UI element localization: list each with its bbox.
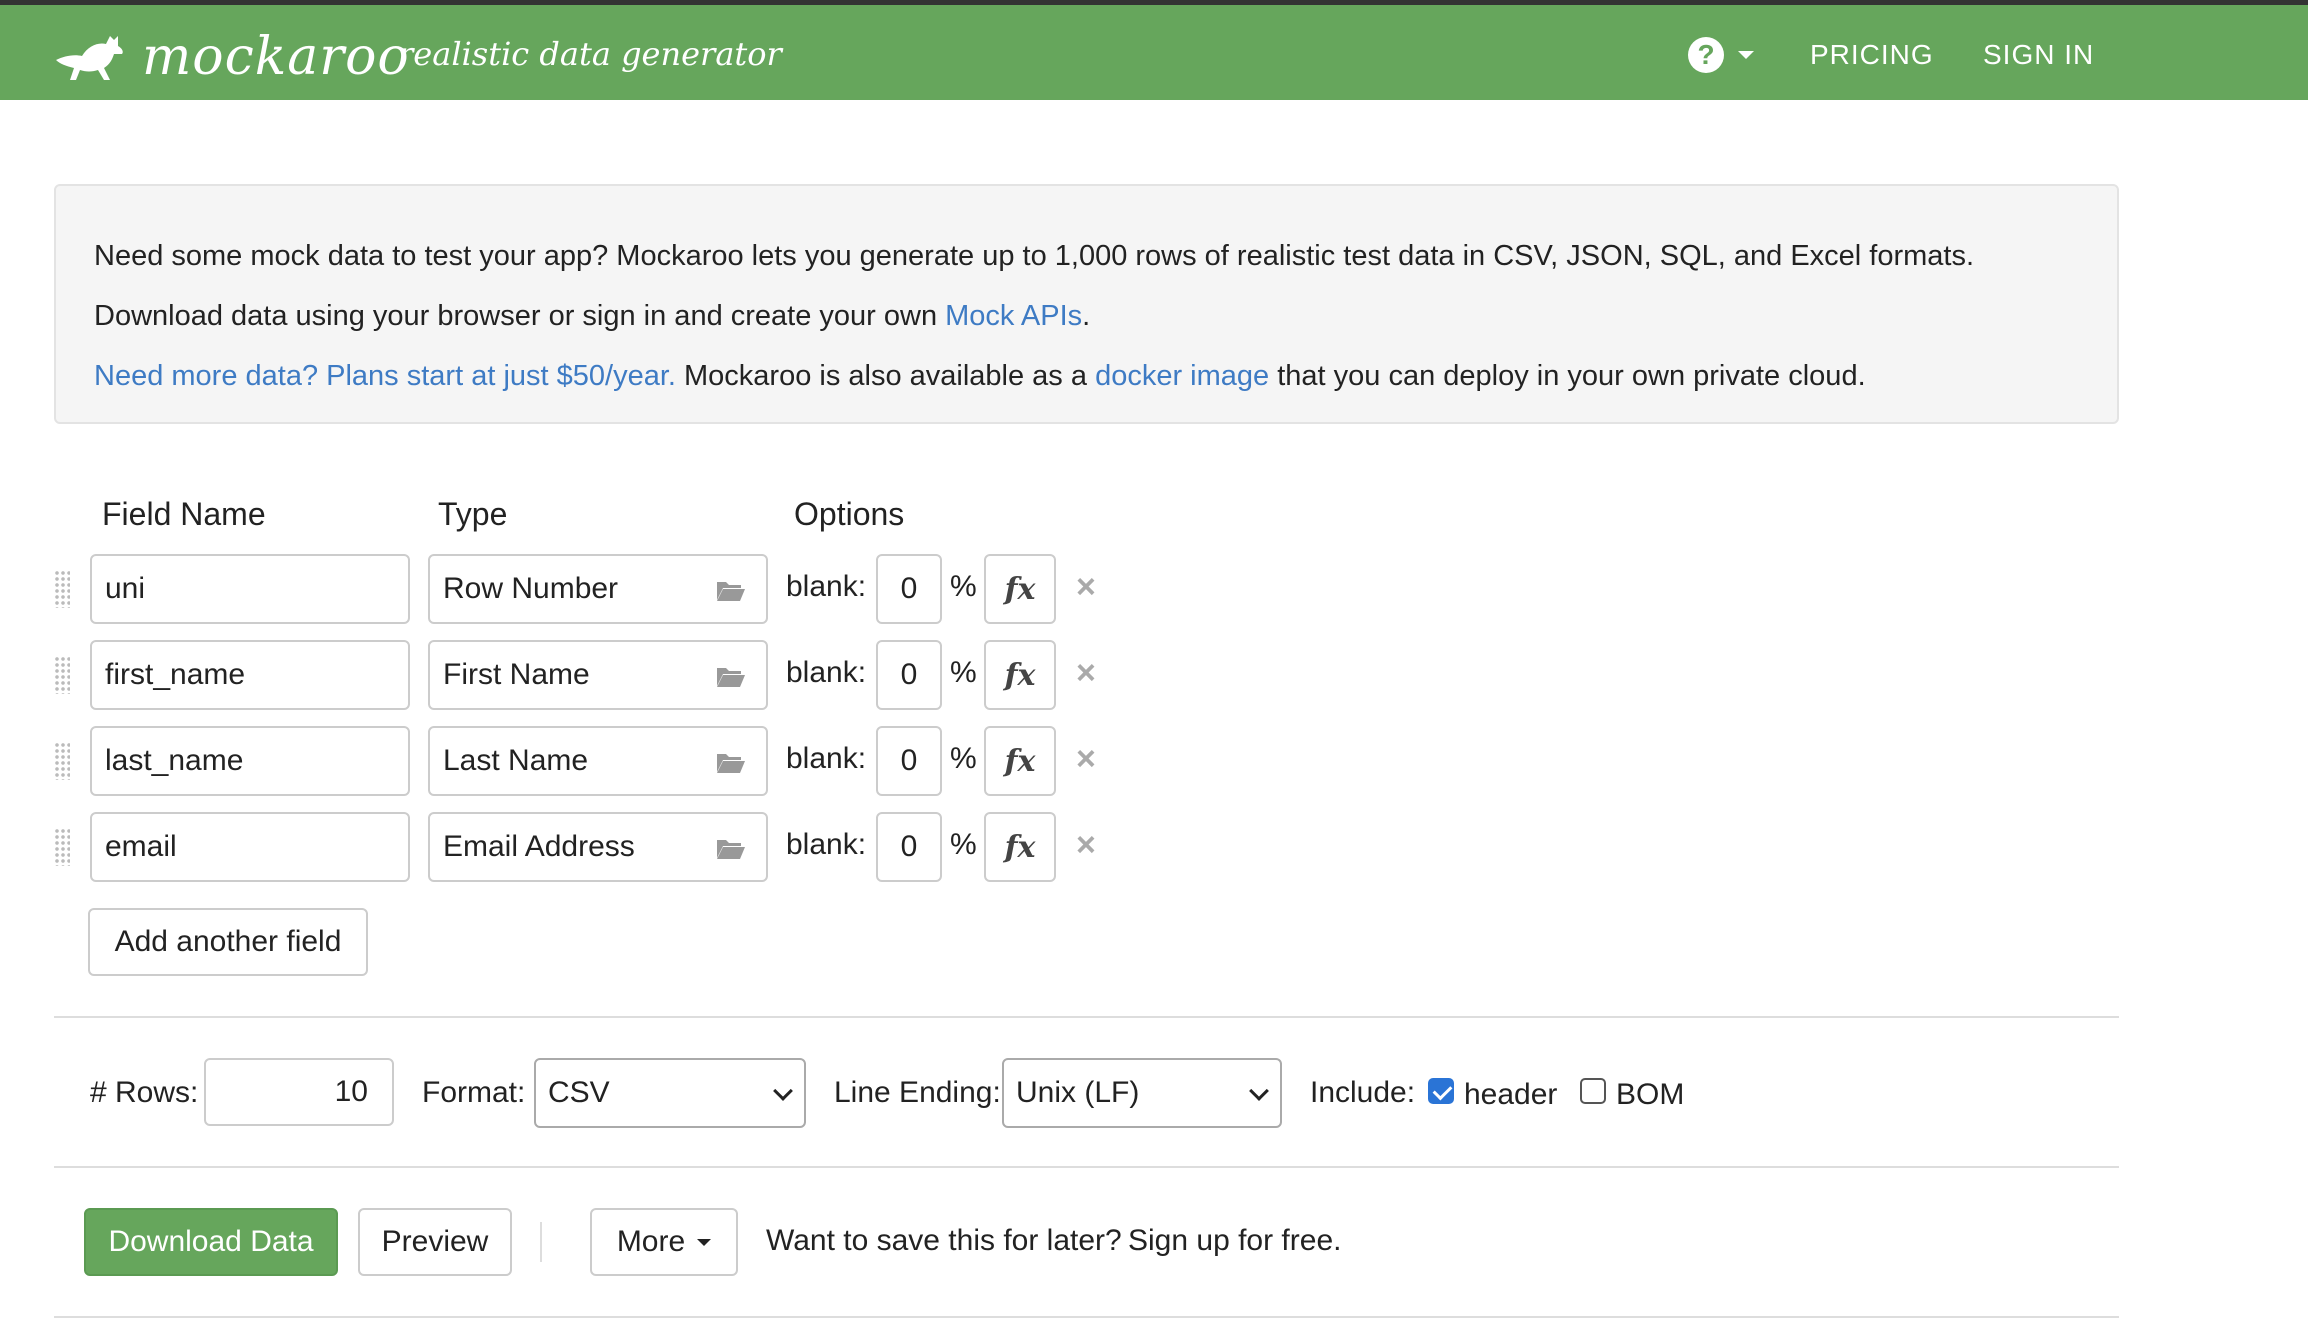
blank-percent-input[interactable]: 0: [876, 812, 942, 882]
field-name-input[interactable]: first_name: [90, 640, 410, 710]
type-header: Type: [438, 496, 508, 532]
chevron-down-icon: [773, 1081, 793, 1101]
drag-handle-icon[interactable]: [54, 742, 70, 780]
type-label: First Name: [443, 658, 590, 691]
blank-label: blank:: [786, 656, 867, 689]
pricing-link[interactable]: PRICING: [1810, 39, 1934, 71]
blank-label: blank:: [786, 742, 867, 775]
line-ending-value: Unix (LF): [1016, 1076, 1140, 1109]
format-label: Format:: [422, 1076, 526, 1109]
mock-apis-link[interactable]: Mock APIs: [945, 300, 1082, 332]
remove-field-icon[interactable]: ×: [1076, 826, 1096, 865]
field-name-input[interactable]: last_name: [90, 726, 410, 796]
help-circle-icon: ?: [1688, 37, 1724, 73]
formula-button[interactable]: fx: [984, 726, 1056, 796]
caret-down-icon: [697, 1238, 712, 1246]
blank-percent-input[interactable]: 0: [876, 554, 942, 624]
format-select[interactable]: CSV: [534, 1058, 806, 1128]
percent-sign: %: [950, 570, 977, 603]
info-line-3: Need more data? Plans start at just $50/…: [94, 360, 1866, 392]
caret-down-icon: [1738, 51, 1754, 59]
download-data-button[interactable]: Download Data: [84, 1208, 338, 1276]
info-line-2: Download data using your browser or sign…: [94, 300, 1091, 332]
field-row: last_name Last Name blank: 0 % fx ×: [0, 726, 1200, 796]
save-prompt: Want to save this for later?: [766, 1224, 1122, 1257]
formula-button[interactable]: fx: [984, 812, 1056, 882]
divider: [54, 1166, 2119, 1168]
drag-handle-icon[interactable]: [54, 656, 70, 694]
line-ending-select[interactable]: Unix (LF): [1002, 1058, 1282, 1128]
line-ending-label: Line Ending:: [834, 1076, 1001, 1109]
type-label: Email Address: [443, 830, 635, 863]
bom-label: BOM: [1616, 1078, 1685, 1111]
field-row: uni Row Number blank: 0 % fx ×: [0, 554, 1200, 624]
folder-open-icon: [717, 840, 745, 859]
info-line-1: Need some mock data to test your app? Mo…: [94, 240, 1975, 272]
add-field-button[interactable]: Add another field: [88, 908, 368, 976]
type-selector[interactable]: Email Address: [428, 812, 768, 882]
type-label: Last Name: [443, 744, 589, 777]
rows-label: # Rows:: [90, 1076, 199, 1109]
preview-button[interactable]: Preview: [358, 1208, 512, 1276]
folder-open-icon: [717, 668, 745, 687]
formula-button[interactable]: fx: [984, 554, 1056, 624]
logo-text: mockaroo: [142, 27, 410, 87]
options-header: Options: [794, 496, 905, 532]
blank-percent-input[interactable]: 0: [876, 640, 942, 710]
button-separator: [540, 1222, 542, 1262]
blank-percent-input[interactable]: 0: [876, 726, 942, 796]
sign-up-link[interactable]: Sign up for free.: [1128, 1224, 1341, 1258]
format-value: CSV: [548, 1076, 610, 1109]
bom-checkbox[interactable]: [1580, 1078, 1606, 1104]
formula-button[interactable]: fx: [984, 640, 1056, 710]
logo[interactable]: mockaroo: [52, 27, 410, 87]
field-row: email Email Address blank: 0 % fx ×: [0, 812, 1200, 882]
help-menu[interactable]: ?: [1688, 37, 1754, 73]
remove-field-icon[interactable]: ×: [1076, 568, 1096, 607]
folder-open-icon: [717, 754, 745, 773]
rows-input[interactable]: 10: [204, 1058, 394, 1126]
blank-label: blank:: [786, 828, 867, 861]
header-checkbox[interactable]: [1428, 1078, 1454, 1104]
field-name-input[interactable]: uni: [90, 554, 410, 624]
percent-sign: %: [950, 828, 977, 861]
include-label: Include:: [1310, 1076, 1416, 1109]
kangaroo-icon: [56, 36, 123, 80]
type-label: Row Number: [443, 572, 619, 605]
chevron-down-icon: [1249, 1081, 1269, 1101]
remove-field-icon[interactable]: ×: [1076, 654, 1096, 693]
folder-open-icon: [717, 582, 745, 601]
type-selector[interactable]: First Name: [428, 640, 768, 710]
docker-image-link[interactable]: docker image: [1095, 360, 1269, 392]
drag-handle-icon[interactable]: [54, 570, 70, 608]
drag-handle-icon[interactable]: [54, 828, 70, 866]
field-name-input[interactable]: email: [90, 812, 410, 882]
blank-label: blank:: [786, 570, 867, 603]
type-selector[interactable]: Row Number: [428, 554, 768, 624]
sign-in-link[interactable]: SIGN IN: [1983, 39, 2094, 71]
field-row: first_name First Name blank: 0 % fx ×: [0, 640, 1200, 710]
more-label: More: [616, 1225, 686, 1258]
field-name-header: Field Name: [102, 496, 266, 532]
percent-sign: %: [950, 742, 977, 775]
more-button[interactable]: More: [590, 1208, 738, 1276]
type-selector[interactable]: Last Name: [428, 726, 768, 796]
plans-link[interactable]: Need more data? Plans start at just $50/…: [94, 360, 676, 392]
divider: [54, 1016, 2119, 1018]
percent-sign: %: [950, 656, 977, 689]
info-panel: Need some mock data to test your app? Mo…: [54, 184, 2119, 424]
header-label: header: [1464, 1078, 1558, 1111]
divider: [54, 1316, 2119, 1318]
tagline: realistic data generator: [398, 35, 782, 73]
navbar: mockaroo realistic data generator ? PRIC…: [0, 5, 2308, 100]
remove-field-icon[interactable]: ×: [1076, 740, 1096, 779]
